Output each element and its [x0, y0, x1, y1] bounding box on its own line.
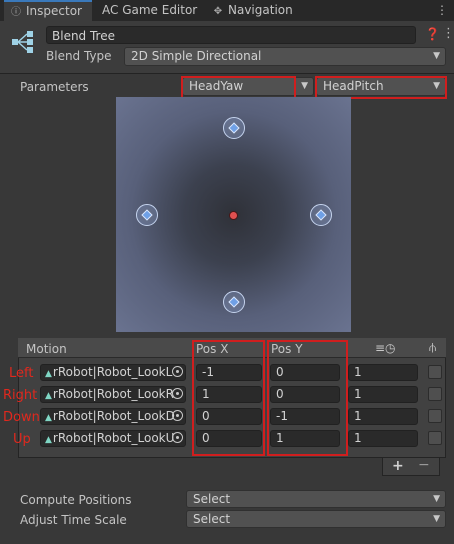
compute-positions-dropdown[interactable]: Select ▼ — [186, 490, 446, 508]
motion-node-down[interactable] — [223, 291, 245, 313]
tab-inspector[interactable]: ⓘ Inspector — [4, 0, 92, 21]
blend-space-canvas[interactable] — [116, 97, 351, 332]
motion-field[interactable]: ▲rRobot|Robot_LookU — [40, 430, 186, 447]
time-scale-field[interactable]: 1 — [348, 364, 418, 381]
row-label-right: Right — [3, 388, 38, 403]
time-scale-field[interactable]: 1 — [348, 430, 418, 447]
blend-tree-name-field[interactable]: Blend Tree — [46, 26, 416, 44]
blend-type-label: Blend Type — [46, 49, 112, 63]
pos-y-column-highlight — [267, 340, 348, 456]
blend-position-marker[interactable] — [229, 211, 238, 220]
add-motion-button[interactable]: + — [392, 458, 404, 474]
navigation-icon: ✥ — [213, 6, 223, 17]
adjust-time-scale-dropdown[interactable]: Select ▼ — [186, 510, 446, 528]
blend-tree-icon — [12, 31, 33, 53]
motion-field[interactable]: ▲rRobot|Robot_LookR — [40, 386, 186, 403]
motion-column-header: Motion — [26, 342, 67, 356]
param-y-highlight — [315, 76, 447, 99]
tab-navigation[interactable]: ✥ Navigation — [212, 0, 293, 21]
mirror-checkbox[interactable] — [428, 387, 442, 401]
animation-clip-icon: ▲ — [45, 391, 52, 401]
animation-clip-icon: ▲ — [45, 413, 52, 423]
more-options-icon[interactable]: ⋮ — [436, 3, 448, 17]
chevron-down-icon: ▼ — [433, 51, 440, 61]
chevron-down-icon: ▼ — [433, 514, 440, 524]
motion-field[interactable]: ▲rRobot|Robot_LookD — [40, 408, 186, 425]
motion-node-left[interactable] — [136, 204, 158, 226]
help-icon[interactable]: ❓ — [425, 27, 440, 41]
param-x-highlight — [181, 76, 296, 99]
mirror-icon: ⫛ — [429, 340, 437, 354]
info-icon: ⓘ — [11, 7, 21, 18]
chevron-down-icon: ▼ — [433, 494, 440, 504]
remove-motion-button[interactable]: − — [418, 457, 430, 473]
tab-ac-game-editor[interactable]: AC Game Editor — [102, 0, 197, 21]
object-picker-icon[interactable] — [172, 432, 183, 443]
time-scale-field[interactable]: 1 — [348, 408, 418, 425]
mirror-checkbox[interactable] — [428, 365, 442, 379]
compute-positions-label: Compute Positions — [20, 493, 132, 507]
time-scale-field[interactable]: 1 — [348, 386, 418, 403]
row-label-left: Left — [9, 366, 34, 381]
parameters-label: Parameters — [20, 80, 89, 94]
object-picker-icon[interactable] — [172, 410, 183, 421]
animation-clip-icon: ▲ — [45, 369, 52, 379]
motion-node-up[interactable] — [223, 117, 245, 139]
pos-x-column-highlight — [192, 340, 265, 456]
motion-field[interactable]: ▲rRobot|Robot_LookL — [40, 364, 186, 381]
mirror-checkbox[interactable] — [428, 409, 442, 423]
chevron-down-icon: ▼ — [301, 81, 308, 91]
adjust-time-scale-label: Adjust Time Scale — [20, 513, 127, 527]
mirror-checkbox[interactable] — [428, 431, 442, 445]
list-footer — [382, 458, 440, 476]
row-label-down: Down — [3, 410, 40, 425]
settings-icon[interactable]: ⋮ — [442, 26, 454, 41]
object-picker-icon[interactable] — [172, 388, 183, 399]
object-picker-icon[interactable] — [172, 366, 183, 377]
time-scale-icon: ≡◷ — [375, 341, 396, 355]
animation-clip-icon: ▲ — [45, 435, 52, 445]
motion-node-right[interactable] — [310, 204, 332, 226]
blend-type-dropdown[interactable]: 2D Simple Directional ▼ — [124, 47, 446, 66]
row-label-up: Up — [13, 432, 31, 447]
